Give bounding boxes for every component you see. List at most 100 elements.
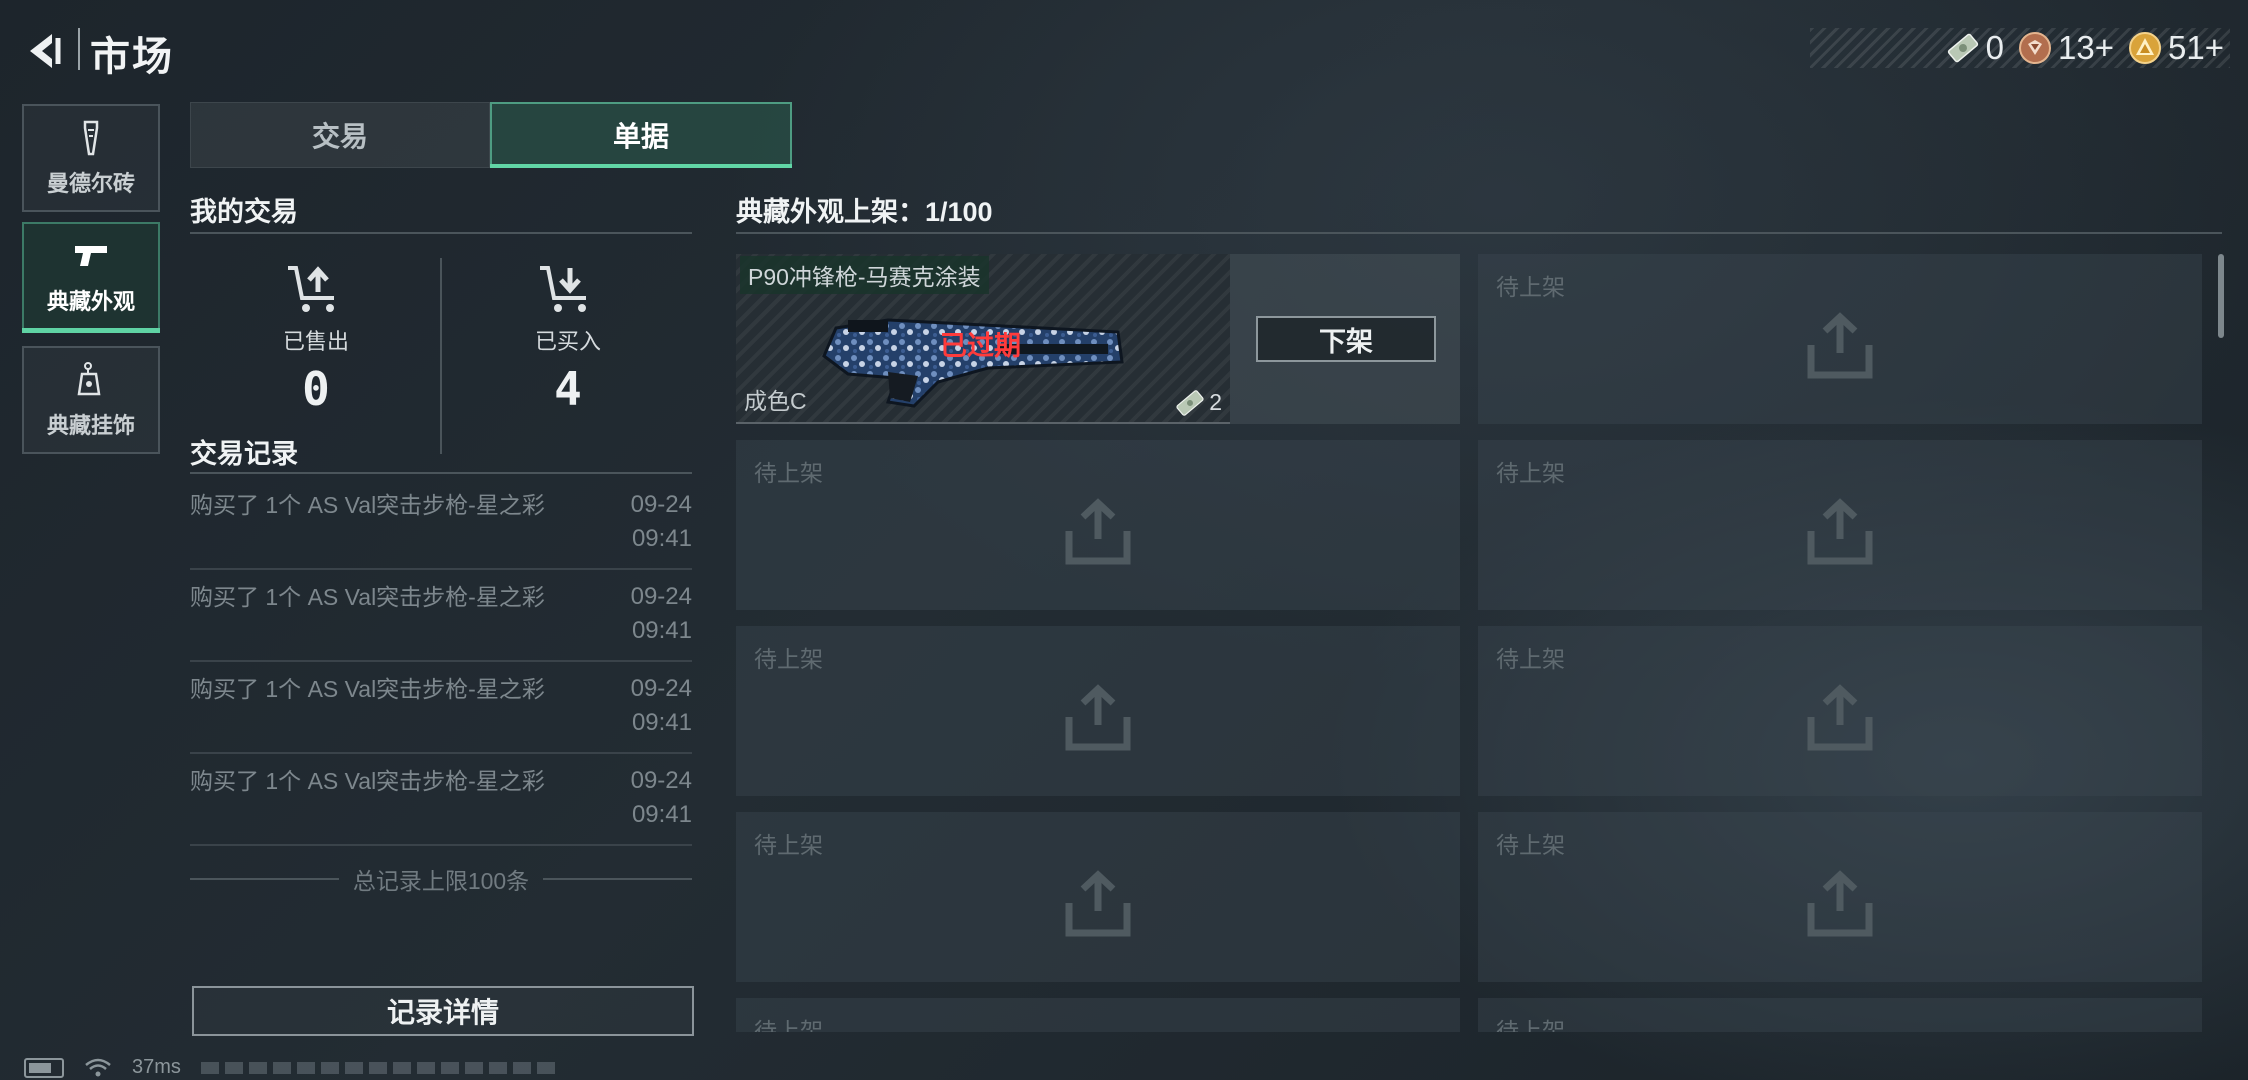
back-button[interactable] [22, 28, 68, 74]
bought-stat: 已买入 4 [448, 262, 688, 416]
record-text: 购买了 1个 AS Val突击步枪-星之彩 [190, 768, 545, 794]
empty-slot-label: 待上架 [754, 1018, 823, 1032]
record-datetime: 09-24 09:41 [592, 488, 692, 556]
upload-icon [1807, 684, 1873, 751]
wifi-icon [85, 1058, 111, 1076]
record-row[interactable]: 购买了 1个 AS Val突击步枪-星之彩 09-24 09:41 [190, 754, 692, 846]
item-count-value: 2 [1209, 389, 1222, 415]
battery-icon [24, 1057, 64, 1078]
banknote-value: 0 [1985, 29, 2005, 66]
empty-slot[interactable]: 待上架 [1478, 254, 2202, 424]
empty-slot-label: 待上架 [754, 646, 823, 672]
build-info-redacted [200, 1061, 561, 1074]
empty-slot[interactable]: 待上架 [1478, 626, 2202, 796]
empty-slot[interactable]: 待上架 [736, 440, 1460, 610]
pistol-icon [75, 246, 107, 266]
record-row[interactable]: 购买了 1个 AS Val突击步枪-星之彩 09-24 09:41 [190, 478, 692, 570]
empty-slot[interactable]: 待上架 [736, 626, 1460, 796]
empty-slot-label: 待上架 [1496, 274, 1565, 300]
tab-trade[interactable]: 交易 [190, 102, 490, 168]
coin-value: 51+ [2168, 29, 2224, 66]
category-active-indicator [22, 328, 160, 333]
currency-coin[interactable]: 51+ [2128, 29, 2224, 67]
tab-active-indicator [490, 164, 792, 168]
records-divider [190, 472, 692, 474]
stat-divider [440, 258, 442, 454]
empty-slot-label: 待上架 [1496, 460, 1565, 486]
delist-button[interactable]: 下架 [1256, 316, 1436, 362]
category-skins[interactable]: 典藏外观 [22, 222, 160, 330]
title-separator [78, 28, 80, 70]
listing-actions: 下架 [1230, 254, 1460, 424]
listings-scrollbar[interactable] [2218, 254, 2224, 338]
records-limit-note: 总记录上限100条 [190, 864, 692, 894]
record-datetime: 09-24 09:41 [592, 672, 692, 740]
coin-icon [2129, 32, 2162, 64]
medal-icon [2019, 32, 2052, 64]
category-charms[interactable]: 典藏挂饰 [22, 346, 160, 454]
upload-icon [1807, 498, 1873, 565]
charm-icon [77, 362, 101, 396]
currency-medal[interactable]: 13+ [2018, 29, 2114, 67]
category-brick[interactable]: 曼德尔砖 [22, 104, 160, 212]
empty-slot[interactable]: 待上架 [1478, 812, 2202, 982]
record-time: 09:41 [631, 801, 692, 828]
upload-icon [1065, 684, 1131, 751]
my-trades-title: 我的交易 [190, 197, 298, 227]
currency-bar: 0 13+ 51+ [1810, 28, 2230, 68]
empty-slot[interactable]: 待上架 [736, 812, 1460, 982]
item-expired-status: 已过期 [940, 331, 1021, 361]
brick-icon [83, 120, 99, 156]
banknote-icon [1947, 33, 1978, 63]
empty-slot-label: 待上架 [1496, 832, 1565, 858]
bought-value: 4 [554, 362, 582, 416]
listings-divider [736, 232, 2222, 234]
record-time: 09:41 [631, 709, 692, 736]
record-text: 购买了 1个 AS Val突击步枪-星之彩 [190, 676, 545, 702]
page-title: 市场 [90, 35, 174, 79]
item-count: 2 [1175, 389, 1222, 416]
sold-value: 0 [302, 362, 330, 416]
empty-slot-label: 待上架 [754, 460, 823, 486]
banknote-icon [1176, 389, 1204, 416]
empty-slot-label: 待上架 [754, 832, 823, 858]
record-date: 09-24 [630, 583, 692, 610]
record-text: 购买了 1个 AS Val突击步枪-星之彩 [190, 492, 545, 518]
cart-upload-icon [288, 266, 334, 312]
record-date: 09-24 [630, 675, 692, 702]
listing-item-card[interactable]: P90冲锋枪-马赛克涂装 已过期 成色C 2 [736, 254, 1230, 424]
bought-label: 已买入 [534, 329, 601, 354]
record-time: 09:41 [631, 525, 692, 552]
upload-icon [1807, 312, 1873, 379]
record-datetime: 09-24 09:41 [592, 580, 692, 648]
cart-download-icon [540, 266, 586, 312]
currency-banknote[interactable]: 0 [1946, 29, 2004, 67]
empty-slot-label: 待上架 [1496, 1018, 1565, 1032]
latency-text: 37ms [132, 1056, 181, 1078]
limit-line-right [543, 878, 692, 880]
empty-slot-label: 待上架 [1496, 646, 1565, 672]
record-datetime: 09-24 09:41 [592, 764, 692, 832]
empty-slot[interactable]: 待上架 [1478, 998, 2202, 1032]
status-bar: 37ms [24, 1056, 561, 1079]
record-details-button[interactable]: 记录详情 [192, 986, 694, 1036]
upload-icon [1807, 870, 1873, 937]
empty-slot[interactable]: 待上架 [736, 998, 1460, 1032]
record-text: 购买了 1个 AS Val突击步枪-星之彩 [190, 584, 545, 610]
records-title: 交易记录 [190, 439, 298, 469]
item-name: P90冲锋枪-马赛克涂装 [740, 256, 989, 294]
my-trades-divider [190, 232, 692, 234]
category-brick-label: 曼德尔砖 [46, 171, 135, 196]
upload-icon [1065, 498, 1131, 565]
record-date: 09-24 [630, 491, 692, 518]
record-row[interactable]: 购买了 1个 AS Val突击步枪-星之彩 09-24 09:41 [190, 662, 692, 754]
tab-orders[interactable]: 单据 [490, 102, 792, 168]
category-charms-label: 典藏挂饰 [46, 413, 135, 438]
empty-slot[interactable]: 待上架 [1478, 440, 2202, 610]
back-arrow-icon [30, 34, 61, 68]
upload-icon [1065, 870, 1131, 937]
record-row[interactable]: 购买了 1个 AS Val突击步枪-星之彩 09-24 09:41 [190, 570, 692, 662]
records-limit-text: 总记录上限100条 [352, 868, 530, 894]
limit-line-left [190, 878, 339, 880]
medal-value: 13+ [2058, 29, 2115, 66]
